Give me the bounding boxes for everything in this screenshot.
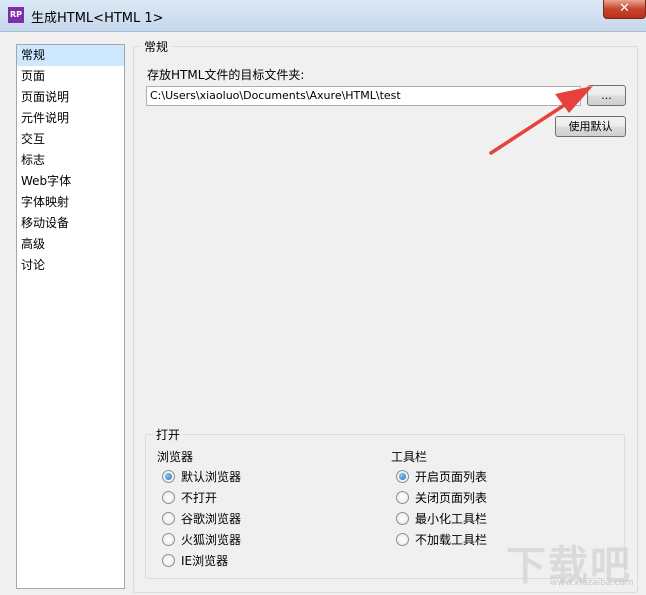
output-folder-label: 存放HTML文件的目标文件夹:: [147, 68, 305, 82]
sidebar-item-mobile[interactable]: 移动设备: [17, 213, 124, 234]
radio-label: 关闭页面列表: [415, 490, 488, 505]
sidebar-item-flags[interactable]: 标志: [17, 150, 124, 171]
radio-minimize-toolbar[interactable]: 最小化工具栏: [396, 509, 487, 527]
sidebar-item-pages[interactable]: 页面: [17, 66, 124, 87]
radio-do-not-open[interactable]: 不打开: [162, 488, 217, 506]
title-bar[interactable]: RP 生成HTML<HTML 1> ✕: [0, 0, 646, 32]
radio-button-icon[interactable]: [162, 511, 175, 525]
radio-default-browser[interactable]: 默认浏览器: [162, 467, 241, 485]
watermark-url: www.xiazaiba.com: [550, 578, 634, 588]
radio-label: 最小化工具栏: [415, 511, 488, 526]
radio-open-page-list[interactable]: 开启页面列表: [396, 467, 487, 485]
radio-button-icon[interactable]: [396, 532, 409, 546]
general-group-title: 常规: [141, 38, 172, 55]
radio-label: 火狐浏览器: [181, 532, 242, 547]
output-folder-input[interactable]: C:\Users\xiaoluo\Documents\Axure\HTML\te…: [146, 86, 581, 106]
sidebar-item-general[interactable]: 常规: [17, 45, 124, 66]
radio-chrome[interactable]: 谷歌浏览器: [162, 509, 241, 527]
toolbar-heading: 工具栏: [391, 450, 428, 464]
radio-button-icon[interactable]: [162, 553, 175, 567]
browse-folder-button[interactable]: ...: [587, 85, 626, 106]
open-group-title: 打开: [153, 426, 184, 443]
radio-no-toolbar[interactable]: 不加载工具栏: [396, 530, 487, 548]
sidebar-item-widget-notes[interactable]: 元件说明: [17, 108, 124, 129]
radio-label: 谷歌浏览器: [181, 511, 242, 526]
radio-firefox[interactable]: 火狐浏览器: [162, 530, 241, 548]
sidebar-item-page-notes[interactable]: 页面说明: [17, 87, 124, 108]
sidebar-item-web-fonts[interactable]: Web字体: [17, 171, 124, 192]
radio-button-icon[interactable]: [396, 511, 409, 525]
radio-button-icon[interactable]: [162, 532, 175, 546]
radio-close-page-list[interactable]: 关闭页面列表: [396, 488, 487, 506]
sidebar-item-interactions[interactable]: 交互: [17, 129, 124, 150]
radio-label: 不加载工具栏: [415, 532, 488, 547]
window-title: 生成HTML<HTML 1>: [31, 11, 164, 26]
radio-button-icon[interactable]: [396, 469, 409, 483]
axure-app-icon: RP: [8, 7, 24, 23]
radio-label: IE浏览器: [181, 553, 229, 568]
radio-label: 不打开: [181, 490, 218, 505]
radio-label: 开启页面列表: [415, 469, 488, 484]
use-default-button[interactable]: 使用默认: [555, 116, 626, 137]
radio-ie[interactable]: IE浏览器: [162, 551, 228, 569]
close-button[interactable]: ✕: [603, 0, 646, 19]
sidebar-item-discussion[interactable]: 讨论: [17, 255, 124, 276]
settings-category-list[interactable]: 常规 页面 页面说明 元件说明 交互 标志 Web字体 字体映射 移动设备 高级…: [16, 44, 125, 589]
browser-heading: 浏览器: [157, 450, 194, 464]
radio-button-icon[interactable]: [162, 469, 175, 483]
sidebar-item-font-mapping[interactable]: 字体映射: [17, 192, 124, 213]
radio-label: 默认浏览器: [181, 469, 242, 484]
radio-button-icon[interactable]: [162, 490, 175, 504]
radio-button-icon[interactable]: [396, 490, 409, 504]
sidebar-item-advanced[interactable]: 高级: [17, 234, 124, 255]
